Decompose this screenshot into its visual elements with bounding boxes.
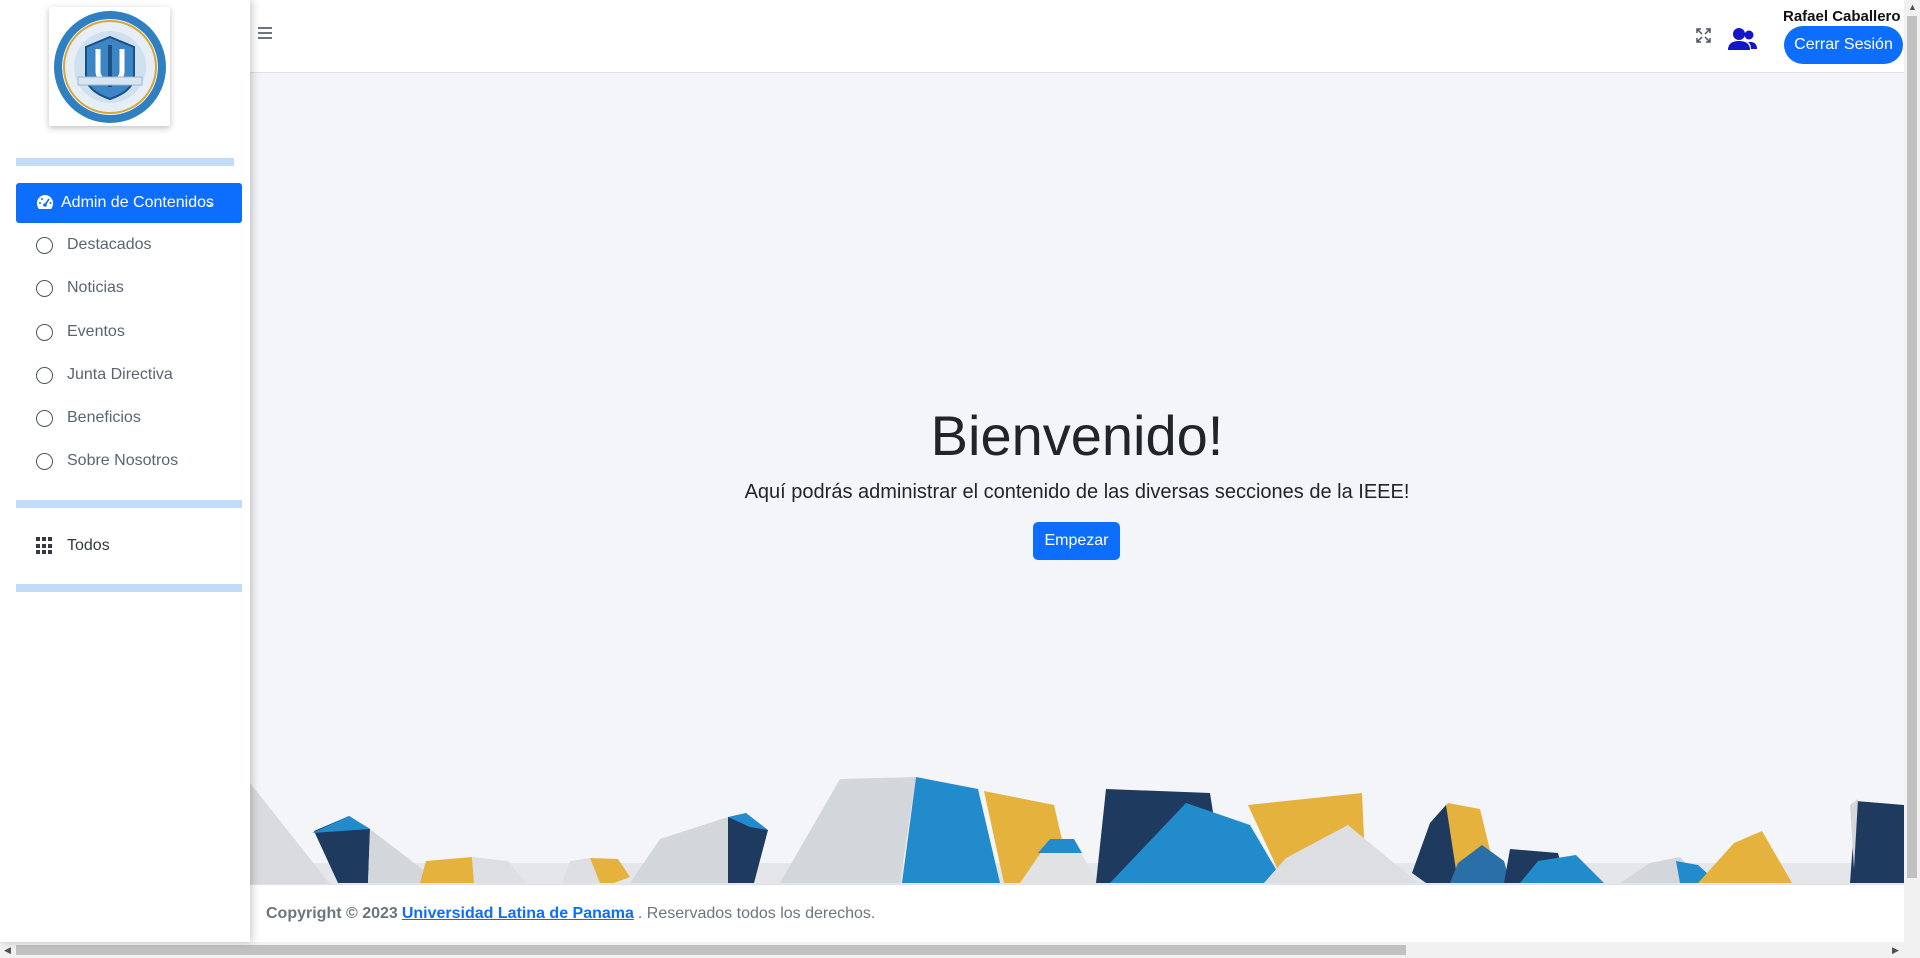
users-icon[interactable] <box>1728 27 1758 51</box>
grid-icon <box>36 537 54 555</box>
scroll-right-icon[interactable]: ▶ <box>1892 945 1899 956</box>
circle-icon <box>36 279 53 297</box>
sidebar-item-noticias[interactable]: Noticias <box>16 270 242 306</box>
user-name: Rafael Caballero <box>1783 8 1901 25</box>
sidebar-item-label: Todos <box>67 537 110 554</box>
scroll-left-icon[interactable]: ◀ <box>4 945 11 956</box>
scrollbar-thumb[interactable] <box>16 945 1406 955</box>
footer-copyright: Copyright © 2023 <box>266 904 398 922</box>
sidebar-item-label: Beneficios <box>67 409 141 426</box>
university-logo[interactable] <box>49 7 170 126</box>
sidebar-item-eventos[interactable]: Eventos <box>16 314 242 350</box>
sidebar-item-label: Admin de Contenidos <box>61 194 214 211</box>
sidebar-item-beneficios[interactable]: Beneficios <box>16 400 242 436</box>
start-button[interactable]: Empezar <box>1033 522 1120 560</box>
main-content: Bienvenido! Aquí podrás administrar el c… <box>250 73 1904 884</box>
sidebar-item-sobre-nosotros[interactable]: Sobre Nosotros <box>16 443 242 479</box>
page-title: Bienvenido! <box>930 404 1224 467</box>
footer-university-link[interactable]: Universidad Latina de Panama <box>402 905 634 923</box>
circle-icon <box>36 366 53 384</box>
top-header <box>250 0 1904 73</box>
scrollbar-thumb[interactable] <box>1907 16 1917 878</box>
scroll-up-icon[interactable]: ▲ <box>1908 2 1917 12</box>
chevron-down-icon: ⌄ <box>204 196 215 210</box>
circle-icon <box>36 452 53 470</box>
expand-icon[interactable] <box>1696 28 1711 43</box>
sidebar-item-label: Noticias <box>67 279 124 296</box>
circle-icon <box>36 236 53 254</box>
sidebar-item-destacados[interactable]: Destacados <box>16 227 242 263</box>
sidebar-item-label: Sobre Nosotros <box>67 452 179 469</box>
vertical-scrollbar[interactable]: ▲ <box>1904 0 1920 942</box>
sidebar-divider <box>16 584 242 592</box>
sidebar-item-label: Junta Directiva <box>67 366 173 383</box>
page-subtitle: Aquí podrás administrar el contenido de … <box>744 481 1410 503</box>
sidebar-divider <box>16 158 234 166</box>
sidebar-item-admin-contenidos[interactable]: Admin de Contenidos ⌄ <box>16 183 242 223</box>
sidebar-item-label: Destacados <box>67 236 152 253</box>
circle-icon <box>36 409 53 427</box>
footer-rights: . Reservados todos los derechos. <box>637 904 876 922</box>
sidebar-item-junta-directiva[interactable]: Junta Directiva <box>16 357 242 393</box>
sidebar: Admin de Contenidos ⌄ Destacados Noticia… <box>0 0 250 942</box>
menu-icon[interactable] <box>258 27 272 39</box>
university-seal-icon <box>53 10 166 123</box>
horizontal-scrollbar[interactable]: ◀ ▶ <box>0 942 1920 958</box>
decorative-landscape <box>250 777 1904 884</box>
sidebar-item-label: Eventos <box>67 323 125 340</box>
footer: Copyright © 2023 Universidad Latina de P… <box>250 884 1904 942</box>
logout-button[interactable]: Cerrar Sesión <box>1784 26 1903 64</box>
sidebar-divider <box>16 500 242 508</box>
sidebar-item-todos[interactable]: Todos <box>16 528 242 564</box>
dashboard-icon <box>37 195 53 209</box>
circle-icon <box>36 323 53 341</box>
